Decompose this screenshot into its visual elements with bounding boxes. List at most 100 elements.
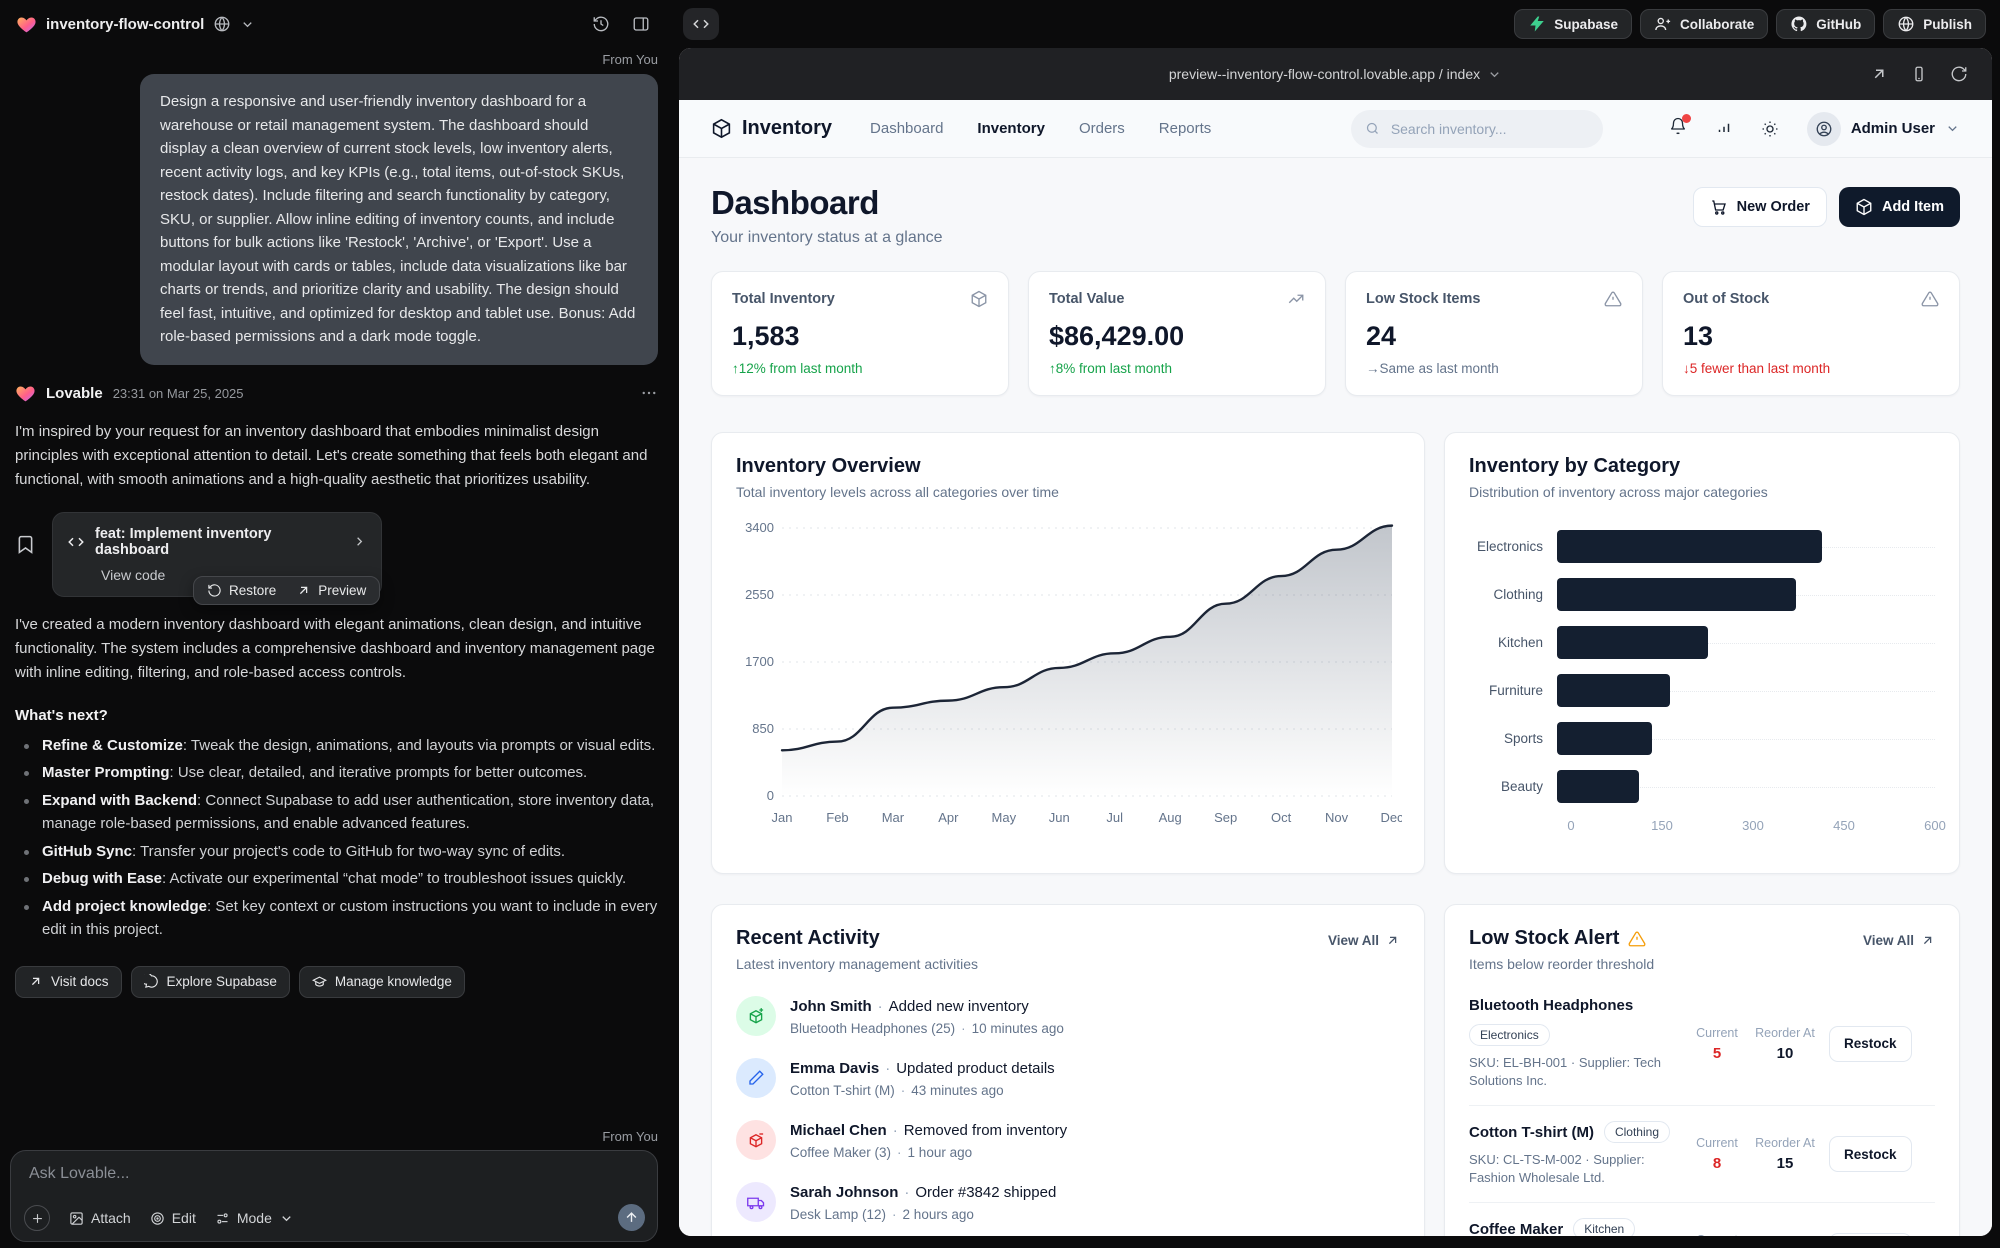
publish-button[interactable]: Publish: [1883, 9, 1986, 39]
version-hover-actions: Restore Preview: [193, 576, 380, 605]
chat-footer-buttons: Visit docs Explore Supabase Manage knowl…: [15, 966, 658, 998]
view-all-link[interactable]: View All: [1328, 933, 1400, 948]
view-all-link[interactable]: View All: [1863, 933, 1935, 948]
add-button[interactable]: [24, 1205, 50, 1231]
nav-reports[interactable]: Reports: [1159, 120, 1212, 137]
collaborate-button-label: Collaborate: [1680, 17, 1754, 32]
list-item: Refine & Customize: Tweak the design, an…: [15, 734, 658, 758]
bar-category-label: Kitchen: [1469, 635, 1557, 650]
notifications-button[interactable]: [1669, 117, 1687, 140]
new-order-button[interactable]: New Order: [1693, 187, 1827, 227]
activity-user: Emma Davis: [790, 1060, 879, 1077]
user-menu[interactable]: Admin User: [1807, 112, 1960, 146]
attach-button[interactable]: Attach: [69, 1210, 131, 1226]
restock-button[interactable]: Restock: [1829, 1233, 1912, 1236]
edit-button[interactable]: Edit: [150, 1210, 196, 1226]
bullet-lead: Master Prompting: [42, 764, 170, 781]
restock-button[interactable]: Restock: [1829, 1136, 1912, 1172]
code-icon: [67, 533, 85, 551]
bar-row: Sports: [1469, 722, 1935, 755]
github-button[interactable]: GitHub: [1776, 9, 1875, 39]
publish-button-label: Publish: [1923, 17, 1972, 32]
bar-category-label: Clothing: [1469, 587, 1557, 602]
activity-time: 1 hour ago: [908, 1145, 973, 1160]
chat-scroll-area[interactable]: From You Design a responsive and user-fr…: [0, 48, 679, 1129]
search-input[interactable]: [1389, 120, 1589, 138]
open-external-icon[interactable]: [1870, 65, 1888, 83]
low-stock-alert-card: Low Stock Alert Items below reorder thre…: [1444, 904, 1960, 1236]
activity-time: 10 minutes ago: [972, 1021, 1064, 1036]
bullet-lead: GitHub Sync: [42, 843, 132, 860]
kpi-delta: →Same as last month: [1366, 361, 1622, 376]
page-title: Dashboard: [711, 184, 943, 222]
explore-supabase-button[interactable]: Explore Supabase: [131, 966, 290, 998]
github-icon: [1790, 15, 1808, 33]
chevron-down-icon: [1945, 121, 1960, 136]
activity-row: Michael Chen·Removed from inventory Coff…: [736, 1120, 1400, 1160]
preview-url-bar: preview--inventory-flow-control.lovable.…: [679, 48, 1992, 100]
kpi-total-value: Total Value $86,429.00 ↑8% from last mon…: [1028, 271, 1326, 396]
restore-button[interactable]: Restore: [207, 583, 276, 598]
sidebar-toggle-icon[interactable]: [632, 15, 650, 33]
svg-text:Jun: Jun: [1049, 810, 1070, 825]
low-stock-row: Cotton T-shirt (M)Clothing SKU: CL-TS-M-…: [1469, 1106, 1935, 1203]
send-button[interactable]: [618, 1204, 645, 1231]
project-name[interactable]: inventory-flow-control: [46, 16, 204, 33]
nav-dashboard[interactable]: Dashboard: [870, 120, 943, 137]
panel-subtitle: Latest inventory management activities: [736, 956, 978, 972]
chevron-down-icon[interactable]: [240, 17, 255, 32]
restock-button[interactable]: Restock: [1829, 1026, 1912, 1062]
search-box[interactable]: [1351, 110, 1603, 148]
svg-text:0: 0: [767, 788, 774, 803]
nav-orders[interactable]: Orders: [1079, 120, 1125, 137]
chat-bubble-icon: [144, 974, 159, 989]
history-icon[interactable]: [592, 15, 610, 33]
bar: [1557, 530, 1822, 563]
inventory-overview-chart: 0850170025503400JanFebMarAprMayJunJulAug…: [736, 514, 1400, 837]
chat-panel: From You Design a responsive and user-fr…: [0, 48, 679, 1248]
preview-url[interactable]: preview--inventory-flow-control.lovable.…: [1169, 66, 1480, 82]
svg-text:Dec: Dec: [1380, 810, 1402, 825]
preview-button[interactable]: Preview: [296, 583, 366, 598]
restore-icon: [207, 583, 222, 598]
chevron-down-icon[interactable]: [1487, 67, 1502, 82]
activity-detail: Coffee Maker (3): [790, 1145, 891, 1160]
message-menu-icon[interactable]: [640, 384, 658, 402]
manage-knowledge-button[interactable]: Manage knowledge: [299, 966, 465, 998]
kpi-value: 13: [1683, 321, 1939, 352]
globe-icon[interactable]: [213, 15, 231, 33]
alert-triangle-icon: [1921, 290, 1939, 308]
mode-selector[interactable]: Mode: [215, 1210, 294, 1226]
code-view-toggle-button[interactable]: [683, 8, 719, 40]
kpi-value: 1,583: [732, 321, 988, 352]
collaborate-button[interactable]: Collaborate: [1640, 9, 1768, 39]
nav-inventory[interactable]: Inventory: [977, 120, 1045, 137]
trending-up-icon: [1287, 290, 1305, 308]
visit-docs-button[interactable]: Visit docs: [15, 966, 122, 998]
bar-row: Furniture: [1469, 674, 1935, 707]
reorder-qty: 10: [1753, 1045, 1817, 1062]
bullet-text: : Transfer your project's code to GitHub…: [132, 843, 565, 860]
mobile-view-icon[interactable]: [1910, 65, 1928, 83]
analytics-icon[interactable]: [1715, 120, 1733, 138]
workspace-top-bar: inventory-flow-control Supabase Collabor…: [0, 0, 2000, 48]
supabase-bolt-icon: [1528, 15, 1546, 33]
x-axis-tick: 600: [1924, 818, 1946, 833]
chat-input[interactable]: [27, 1164, 488, 1184]
add-item-button[interactable]: Add Item: [1839, 187, 1960, 227]
visit-docs-label: Visit docs: [51, 974, 109, 989]
bookmark-icon[interactable]: [15, 534, 36, 555]
cart-icon: [1710, 198, 1728, 216]
theme-toggle-sun-icon[interactable]: [1761, 120, 1779, 138]
svg-text:Apr: Apr: [938, 810, 959, 825]
refresh-icon[interactable]: [1950, 65, 1968, 83]
edit-label: Edit: [172, 1210, 196, 1226]
supabase-button-label: Supabase: [1554, 17, 1618, 32]
bar: [1557, 674, 1670, 707]
arrow-up-right-icon: [28, 974, 43, 989]
activity-user: John Smith: [790, 998, 872, 1015]
bullet-lead: Add project knowledge: [42, 898, 207, 915]
supabase-button[interactable]: Supabase: [1514, 9, 1632, 39]
composer[interactable]: Attach Edit Mode: [10, 1150, 658, 1242]
app-brand[interactable]: Inventory: [711, 117, 832, 140]
